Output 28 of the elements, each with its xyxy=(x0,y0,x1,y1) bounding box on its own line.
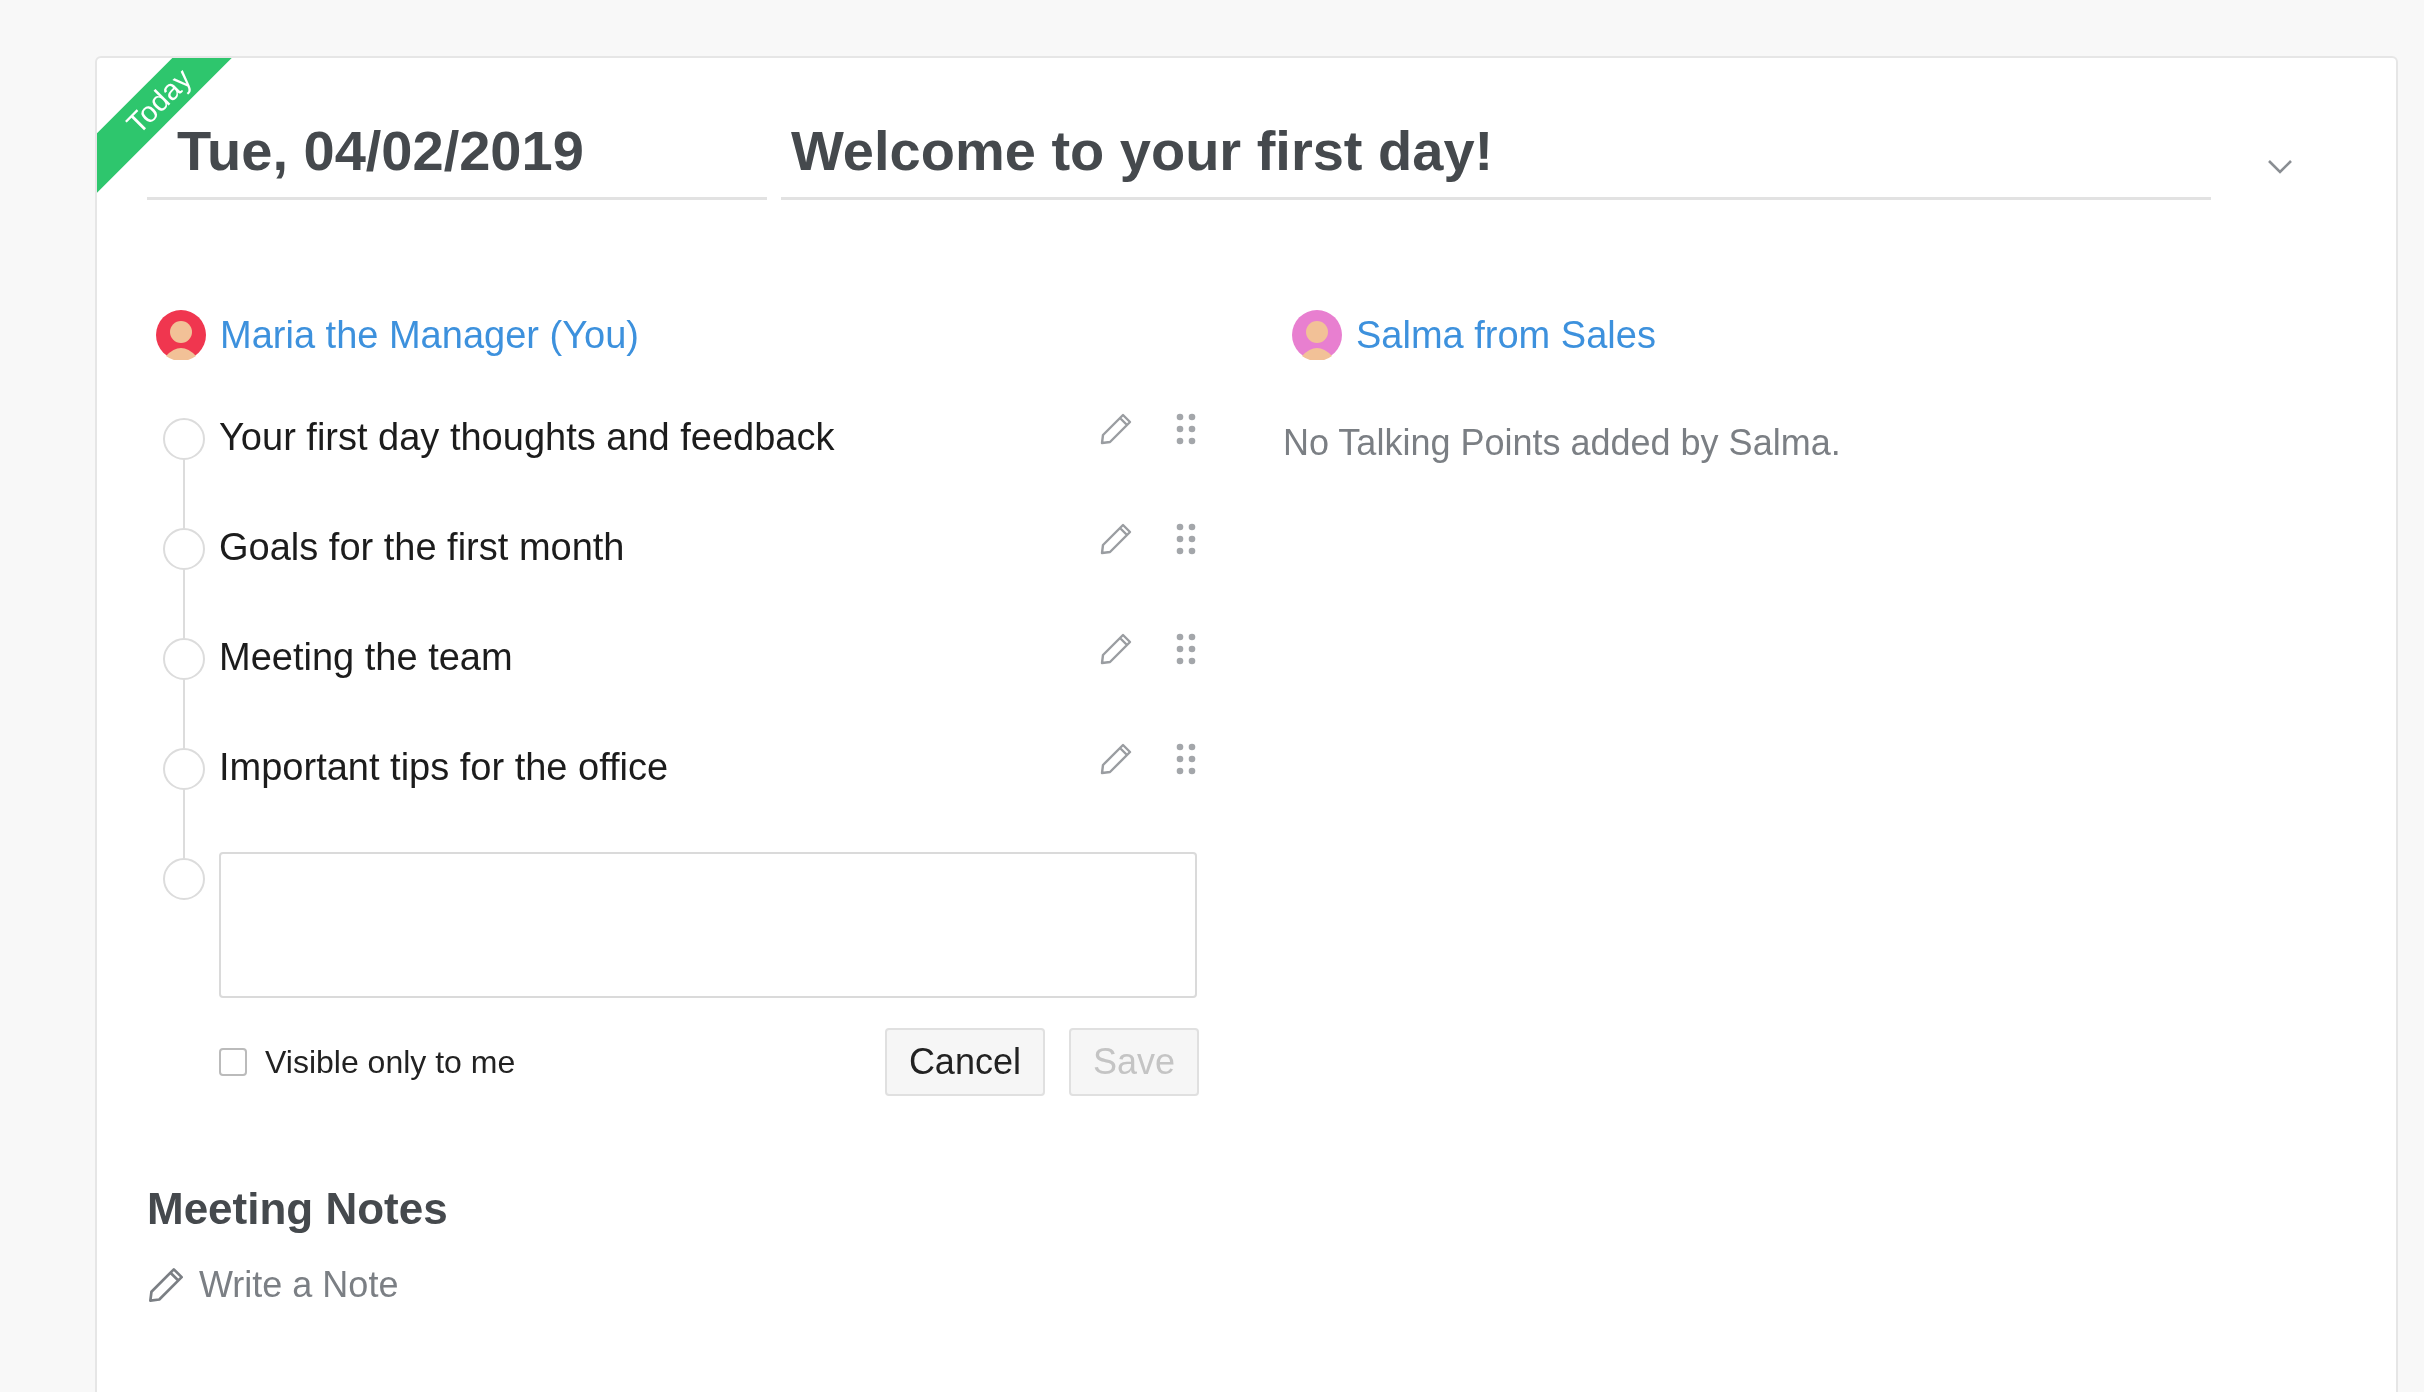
participant-link[interactable]: Maria the Manager (You) xyxy=(220,313,639,357)
complete-circle[interactable] xyxy=(163,748,205,790)
edit-icon[interactable] xyxy=(1099,412,1133,446)
participant-link[interactable]: Salma from Sales xyxy=(1356,313,1656,357)
meeting-title-field[interactable]: Welcome to your first day! xyxy=(781,118,2211,200)
edit-icon[interactable] xyxy=(1099,742,1133,776)
talking-point-text: Important tips for the office xyxy=(219,746,670,789)
checkbox-label: Visible only to me xyxy=(265,1043,516,1081)
drag-handle-icon[interactable] xyxy=(1175,522,1197,556)
chevron-down-icon[interactable] xyxy=(2266,158,2294,176)
section-heading: Meeting Notes xyxy=(147,1184,449,1234)
pencil-icon xyxy=(147,1266,185,1304)
drag-handle-icon[interactable] xyxy=(1175,632,1197,666)
talking-point-text: Goals for the first month xyxy=(219,526,626,569)
complete-circle[interactable] xyxy=(163,528,205,570)
talking-point-input[interactable] xyxy=(218,852,1197,998)
drag-handle-icon[interactable] xyxy=(1175,742,1197,776)
edit-icon[interactable] xyxy=(1099,522,1133,556)
action-button[interactable]: Cancel xyxy=(884,1028,1045,1096)
empty-message: No Talking Points added by Salma. xyxy=(1283,422,1841,464)
complete-circle[interactable] xyxy=(163,638,205,680)
drag-handle-icon[interactable] xyxy=(1175,412,1197,446)
checkbox[interactable] xyxy=(219,1048,247,1076)
talking-point-text: Your first day thoughts and feedback xyxy=(219,416,836,459)
edit-icon[interactable] xyxy=(1099,632,1133,666)
write-note-link[interactable]: Write a Note xyxy=(199,1264,399,1306)
complete-circle[interactable] xyxy=(163,418,205,460)
talking-point-text: Meeting the team xyxy=(219,636,514,679)
